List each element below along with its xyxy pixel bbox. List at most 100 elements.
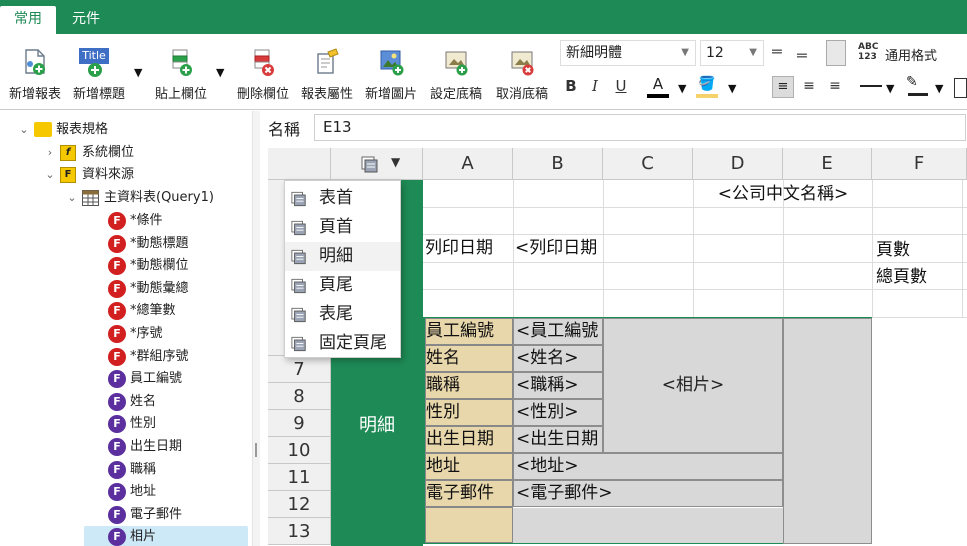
band-menu-item[interactable]: 表尾 (285, 300, 400, 329)
column-header[interactable]: F (872, 148, 967, 180)
row-header[interactable]: 8 (268, 383, 331, 410)
align-right-icon[interactable]: ≡ (824, 74, 846, 98)
tree-field-item[interactable]: F 姓名 (84, 391, 248, 413)
bold-button[interactable]: B (560, 74, 582, 98)
expand-icon[interactable]: › (44, 142, 56, 164)
pages-label-cell[interactable]: 頁數 (876, 237, 956, 264)
align-bottom-icon[interactable] (826, 40, 846, 66)
report-properties-button[interactable]: 報表屬性 (296, 44, 358, 106)
tree-field-item[interactable]: F *動態欄位 (84, 255, 248, 277)
row-header[interactable]: 9 (268, 410, 331, 437)
font-color-button[interactable]: A (647, 74, 669, 98)
detail-value-cell[interactable]: <性別> (513, 399, 603, 426)
new-title-dropdown-icon[interactable]: ▼ (134, 66, 142, 79)
border-color-button[interactable]: ✎ (906, 74, 930, 98)
paste-field-dropdown-icon[interactable]: ▼ (216, 66, 224, 79)
band-selector[interactable]: ▼ (331, 148, 423, 180)
detail-value-cell[interactable]: <地址> (513, 453, 783, 480)
align-center-icon[interactable]: ≡ (798, 74, 820, 98)
tree-field-item[interactable]: F 性別 (84, 413, 248, 435)
tree-field-item[interactable]: F 相片 (84, 526, 248, 546)
border-style-dropdown-icon[interactable]: ▼ (886, 82, 894, 95)
row-header[interactable]: 7 (268, 356, 331, 383)
detail-value-cell[interactable]: <員工編號 (513, 318, 603, 345)
tree-field-item[interactable]: F 電子郵件 (84, 504, 248, 526)
detail-label-cell[interactable]: 姓名 (425, 345, 513, 372)
detail-label-cell[interactable]: 出生日期 (425, 426, 513, 453)
cell-name-input[interactable]: E13 (314, 114, 966, 141)
row-header[interactable]: 12 (268, 491, 331, 518)
underline-button[interactable]: U (610, 74, 632, 98)
align-middle-icon[interactable]: ═ (797, 46, 807, 65)
collapse-icon[interactable]: ⌄ (44, 164, 56, 186)
tree-field-item[interactable]: F *總筆數 (84, 300, 248, 322)
detail-value-cell[interactable]: <電子郵件> (513, 480, 783, 507)
band-menu-item[interactable]: 表首 (285, 184, 400, 213)
company-name-cell[interactable]: <公司中文名稱> (693, 181, 873, 208)
fill-color-button[interactable]: 🪣 (696, 74, 718, 98)
tree-field-item[interactable]: F 出生日期 (84, 436, 248, 458)
new-title-button[interactable]: Title 新增標題 (66, 44, 132, 106)
column-header[interactable]: E (783, 148, 872, 180)
chevron-down-icon[interactable]: ▼ (391, 155, 400, 169)
detail-label-cell[interactable]: 地址 (425, 453, 513, 480)
number-format-value[interactable]: 通用格式 (885, 45, 937, 64)
band-menu-item[interactable]: 頁尾 (285, 271, 400, 300)
font-size-select[interactable]: 12 ▼ (700, 40, 764, 66)
detail-label-cell[interactable]: 職稱 (425, 372, 513, 399)
tree-root-report-spec[interactable]: ⌄ 報表規格 (18, 119, 218, 141)
tree-field-item[interactable]: F *群組序號 (84, 346, 248, 368)
detail-blank-cell[interactable] (425, 507, 513, 543)
tree-field-item[interactable]: F *條件 (84, 210, 248, 232)
font-name-select[interactable]: 新細明體 ▼ (560, 40, 696, 66)
column-header[interactable]: C (603, 148, 693, 180)
band-menu-item[interactable]: 固定頁尾 (285, 329, 400, 358)
tab-components[interactable]: 元件 (58, 6, 114, 34)
italic-button[interactable]: I (584, 74, 606, 98)
tree-item-query[interactable]: ⌄ 主資料表(Query1) (66, 187, 252, 209)
detail-value-cell[interactable]: <姓名> (513, 345, 603, 372)
photo-cell[interactable]: <相片> (603, 318, 783, 453)
cancel-template-button[interactable]: 取消底稿 (490, 44, 554, 106)
tree-field-item[interactable]: F 地址 (84, 481, 248, 503)
panel-splitter[interactable] (252, 111, 260, 546)
band-menu-item[interactable]: 明細 (285, 242, 400, 271)
tree-field-item[interactable]: F *動態標題 (84, 233, 248, 255)
detail-value-cell[interactable]: <出生日期 (513, 426, 603, 453)
border-color-dropdown-icon[interactable]: ▼ (935, 82, 943, 95)
fill-color-dropdown-icon[interactable]: ▼ (728, 82, 736, 95)
tree-field-item[interactable]: F *序號 (84, 323, 248, 345)
tree-field-item[interactable]: F 員工編號 (84, 368, 248, 390)
paste-field-button[interactable]: 貼上欄位 (148, 44, 214, 106)
tree-item-datasource[interactable]: ⌄ F 資料來源 (44, 164, 244, 186)
add-image-button[interactable]: 新增圖片 (360, 44, 422, 106)
tree-item-system-fields[interactable]: › f 系統欄位 (44, 142, 244, 164)
tab-home[interactable]: 常用 (0, 6, 56, 34)
align-top-icon[interactable]: ═ (772, 42, 786, 61)
print-date-value-cell[interactable]: <列印日期 (515, 235, 603, 262)
collapse-icon[interactable]: ⌄ (66, 187, 78, 209)
borders-icon[interactable] (954, 78, 967, 98)
collapse-icon[interactable]: ⌄ (18, 119, 30, 141)
row-header[interactable]: 13 (268, 518, 331, 545)
row-header[interactable]: 11 (268, 464, 331, 491)
band-label-detail[interactable]: 明細 (331, 411, 423, 437)
align-left-icon[interactable]: ≡ (772, 76, 794, 98)
border-style-icon[interactable] (860, 85, 882, 87)
new-report-button[interactable]: 新增報表 (4, 44, 66, 106)
total-pages-label-cell[interactable]: 總頁數 (876, 264, 956, 291)
detail-value-cell[interactable]: <職稱> (513, 372, 603, 399)
tree-field-item[interactable]: F *動態彙總 (84, 278, 248, 300)
band-menu-item[interactable]: 頁首 (285, 213, 400, 242)
detail-label-cell[interactable]: 電子郵件 (425, 480, 513, 507)
column-header[interactable]: A (423, 148, 513, 180)
detail-label-cell[interactable]: 性別 (425, 399, 513, 426)
set-template-button[interactable]: 設定底稿 (424, 44, 488, 106)
column-header[interactable]: B (513, 148, 603, 180)
font-color-dropdown-icon[interactable]: ▼ (678, 82, 686, 95)
row-header[interactable]: 10 (268, 437, 331, 464)
delete-field-button[interactable]: 刪除欄位 (232, 44, 294, 106)
detail-label-cell[interactable]: 員工編號 (425, 318, 513, 345)
tree-field-item[interactable]: F 職稱 (84, 459, 248, 481)
print-date-label-cell[interactable]: 列印日期 (425, 235, 513, 262)
